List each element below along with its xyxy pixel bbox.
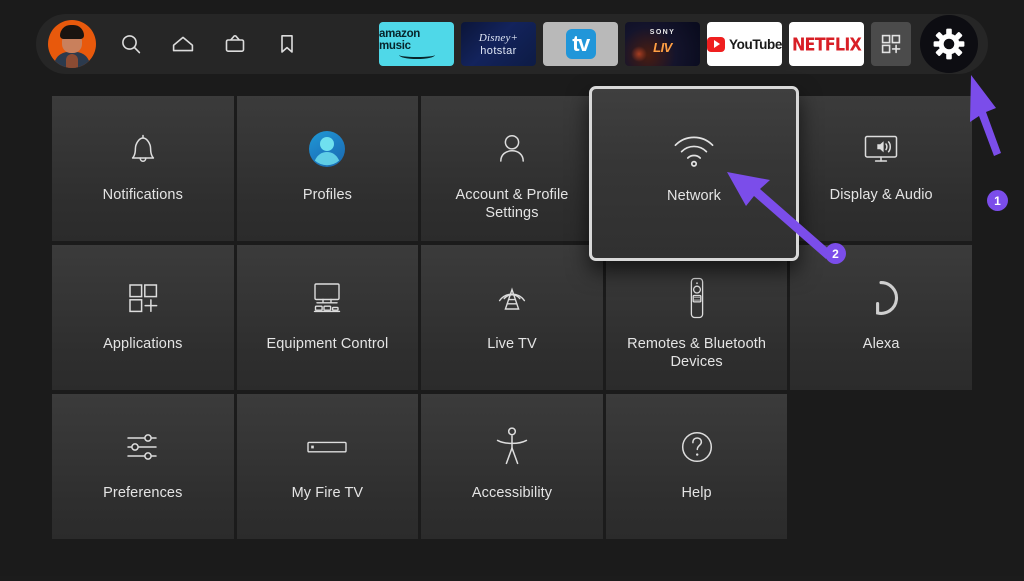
tile-accessibility[interactable]: Accessibility xyxy=(421,394,603,539)
alexa-icon xyxy=(859,275,903,321)
nav-left-group xyxy=(36,14,304,74)
app-tile-netflix[interactable]: NETFLIX xyxy=(789,22,864,66)
live-tv-icon[interactable] xyxy=(218,27,252,61)
sliders-icon xyxy=(120,424,166,470)
tile-alexa[interactable]: Alexa xyxy=(790,245,972,390)
profile-avatar-icon xyxy=(305,126,349,172)
tile-my-fire-tv[interactable]: My Fire TV xyxy=(236,394,419,539)
youtube-play-icon xyxy=(707,36,726,52)
sony-wordmark: SONY xyxy=(649,29,676,36)
annotation-badge-1: 1 xyxy=(987,190,1008,211)
tile-label: Alexa xyxy=(862,336,900,352)
tile-label: Network xyxy=(667,188,721,204)
netflix-wordmark: NETFLIX xyxy=(791,33,862,55)
applications-icon xyxy=(122,275,164,321)
app-tile-apple-tv[interactable]: tv xyxy=(543,22,618,66)
tile-equipment-control[interactable]: Equipment Control xyxy=(236,245,419,390)
tile-display-audio[interactable]: Display & Audio xyxy=(790,96,972,241)
tile-help[interactable]: Help xyxy=(605,394,788,539)
tile-remotes-bluetooth-devices[interactable]: Remotes & Bluetooth Devices xyxy=(605,245,788,390)
tile-label: Profiles xyxy=(302,187,352,203)
antenna-icon xyxy=(490,275,534,321)
tile-label: Live TV xyxy=(487,336,537,352)
tile-label: Notifications xyxy=(102,187,183,203)
avatar-collar xyxy=(66,54,78,68)
tile-label: Display & Audio xyxy=(829,187,933,203)
tile-live-tv[interactable]: Live TV xyxy=(421,245,603,390)
tile-network[interactable]: Network xyxy=(589,86,799,261)
sony-liv-glow xyxy=(631,46,647,62)
tile-preferences[interactable]: Preferences xyxy=(52,394,234,539)
tile-label: Preferences xyxy=(103,485,183,501)
settings-gear-button[interactable] xyxy=(920,15,978,73)
tile-label: Account & Profile Settings xyxy=(455,187,569,222)
app-shortcuts-group: amazon music Disney+ hotstar tv SONY LIV… xyxy=(379,14,988,74)
fire-tv-stick-icon xyxy=(303,424,351,470)
app-tile-disney-hotstar[interactable]: Disney+ hotstar xyxy=(461,22,536,66)
app-library-button[interactable] xyxy=(871,22,911,66)
top-navigation-bar: amazon music Disney+ hotstar tv SONY LIV… xyxy=(36,14,988,74)
tile-label: Accessibility xyxy=(471,485,553,501)
hotstar-wordmark: hotstar xyxy=(480,44,517,57)
app-tile-youtube[interactable]: YouTube xyxy=(707,22,782,66)
avatar-hair xyxy=(60,25,84,39)
settings-tile-grid: Notifications Profiles Account & Profile… xyxy=(52,96,972,539)
tile-account-profile-settings[interactable]: Account & Profile Settings xyxy=(421,96,603,241)
amazon-music-wordmark: amazon music xyxy=(379,28,421,52)
avatar[interactable] xyxy=(48,20,96,68)
liv-wordmark: LIV xyxy=(653,40,672,55)
bell-icon xyxy=(121,126,165,172)
tile-label: Equipment Control xyxy=(266,336,389,352)
tile-profiles[interactable]: Profiles xyxy=(236,96,419,241)
fire-tv-settings-screen: amazon music Disney+ hotstar tv SONY LIV… xyxy=(0,0,1024,576)
tile-label: Help xyxy=(681,485,712,501)
disney-plus-wordmark: Disney+ xyxy=(478,31,519,44)
tile-label: Remotes & Bluetooth Devices xyxy=(627,336,767,371)
apple-tv-logo: tv xyxy=(565,29,596,59)
gear-icon xyxy=(933,28,965,60)
display-audio-icon xyxy=(858,126,904,172)
tile-applications[interactable]: Applications xyxy=(52,245,234,390)
search-icon[interactable] xyxy=(114,27,148,61)
accessibility-icon xyxy=(491,424,533,470)
person-outline-icon xyxy=(490,126,534,172)
app-tile-sony-liv[interactable]: SONY LIV xyxy=(625,22,700,66)
tile-label: Applications xyxy=(103,336,183,352)
youtube-wordmark: YouTube xyxy=(729,36,782,52)
amazon-smile-icon xyxy=(398,51,435,59)
question-mark-icon xyxy=(675,424,719,470)
tile-label: My Fire TV xyxy=(291,485,364,501)
tile-notifications[interactable]: Notifications xyxy=(52,96,234,241)
home-icon[interactable] xyxy=(166,27,200,61)
wifi-icon xyxy=(666,127,722,173)
app-tile-amazon-music[interactable]: amazon music xyxy=(379,22,454,66)
remote-icon xyxy=(680,275,714,321)
bookmark-icon[interactable] xyxy=(270,27,304,61)
equipment-control-icon xyxy=(303,275,351,321)
